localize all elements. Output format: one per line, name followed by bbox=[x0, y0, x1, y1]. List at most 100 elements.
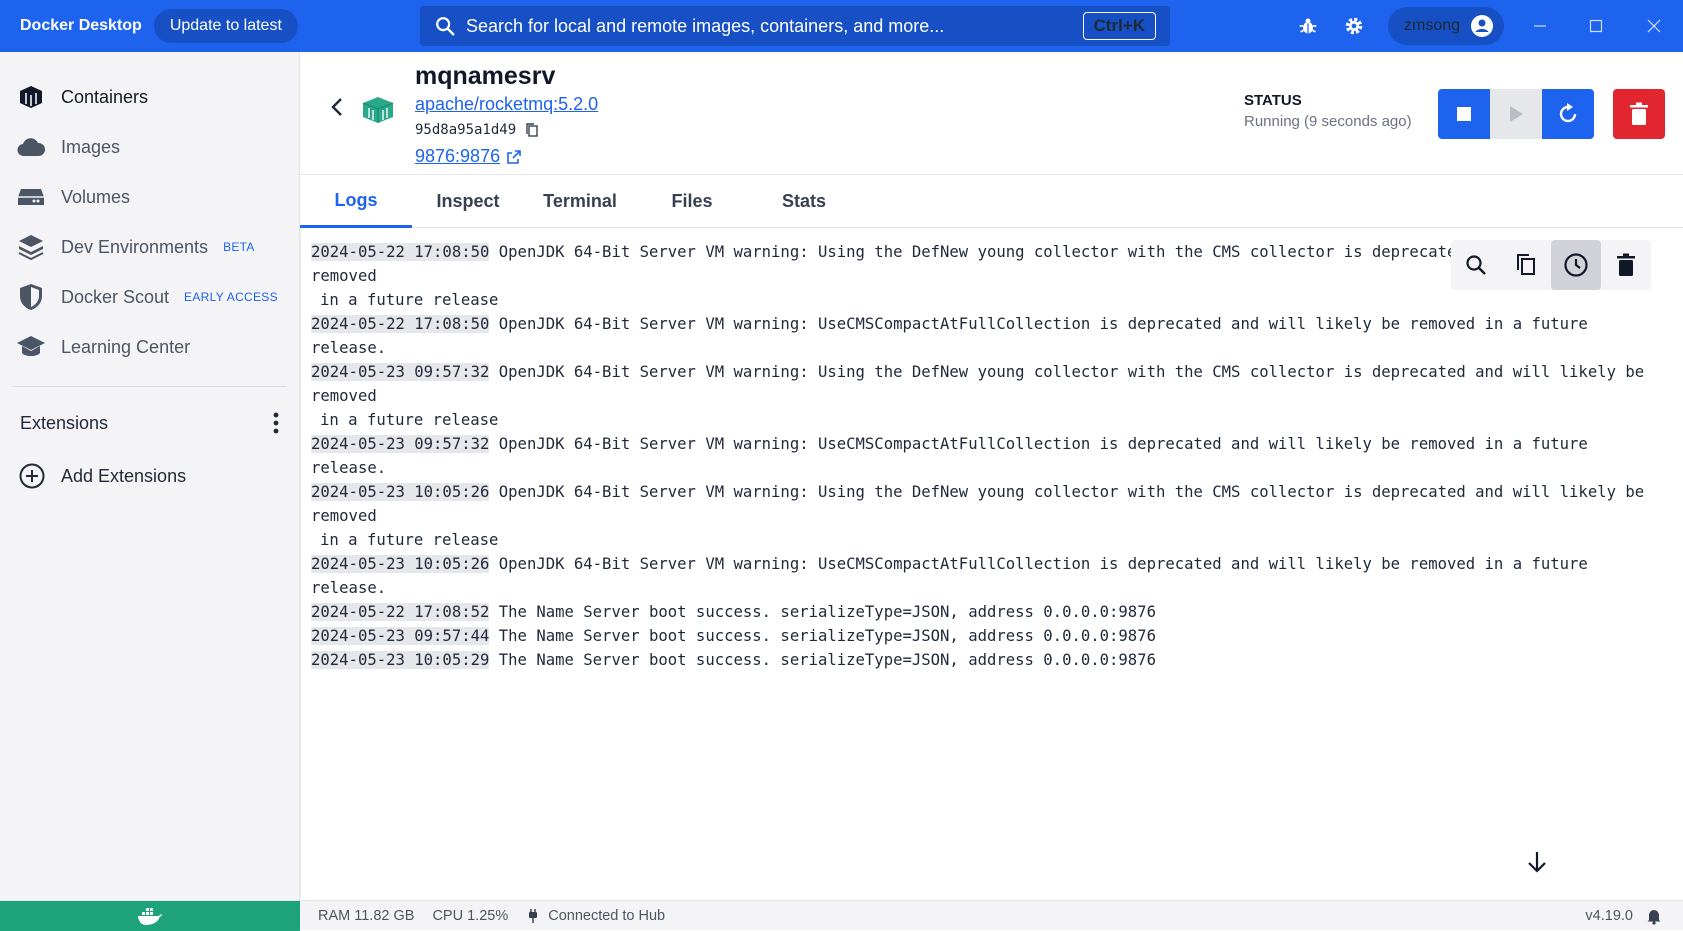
log-message: The Name Server boot success. serializeT… bbox=[489, 651, 1156, 669]
username: zmsong bbox=[1404, 17, 1461, 34]
engine-status[interactable] bbox=[0, 900, 300, 931]
delete-button[interactable] bbox=[1613, 89, 1665, 139]
update-button[interactable]: Update to latest bbox=[153, 9, 298, 43]
docker-whale-icon bbox=[138, 907, 162, 925]
sidebar: Containers Images Volumes Dev Environmen… bbox=[0, 52, 300, 900]
log-line: 2024-05-22 17:08:50 OpenJDK 64-Bit Serve… bbox=[311, 312, 1661, 360]
log-message: OpenJDK 64-Bit Server VM warning: UseCMS… bbox=[311, 315, 1598, 357]
log-line: 2024-05-23 09:57:44 The Name Server boot… bbox=[311, 624, 1661, 648]
search-placeholder: Search for local and remote images, cont… bbox=[466, 15, 945, 36]
search-bar[interactable]: Search for local and remote images, cont… bbox=[420, 6, 1170, 46]
status-bar: RAM 11.82 GB CPU 1.25% Connected to Hub … bbox=[0, 900, 1683, 931]
log-line: 2024-05-23 10:05:29 The Name Server boot… bbox=[311, 648, 1661, 672]
log-timestamp: 2024-05-22 17:08:50 bbox=[311, 243, 490, 261]
log-message: OpenJDK 64-Bit Server VM warning: UseCMS… bbox=[311, 555, 1598, 597]
ram-usage: RAM 11.82 GB bbox=[318, 907, 415, 924]
log-timestamp: 2024-05-23 10:05:26 bbox=[311, 483, 490, 501]
account-icon bbox=[1471, 15, 1494, 37]
port-mapping: 9876:9876 bbox=[415, 146, 501, 166]
log-line: 2024-05-22 17:08:52 The Name Server boot… bbox=[311, 600, 1661, 624]
copy-logs-button[interactable] bbox=[1501, 240, 1551, 290]
sidebar-item-dev-environments[interactable]: Dev Environments BETA bbox=[0, 222, 299, 272]
app-title: Docker Desktop bbox=[20, 17, 142, 34]
gear-icon[interactable] bbox=[1342, 14, 1366, 38]
log-line: 2024-05-23 10:05:26 OpenJDK 64-Bit Serve… bbox=[311, 480, 1661, 528]
sidebar-item-label: Dev Environments bbox=[61, 236, 209, 257]
sidebar-item-containers[interactable]: Containers bbox=[0, 72, 299, 122]
sidebar-item-learning-center[interactable]: Learning Center bbox=[0, 322, 299, 372]
stop-button[interactable] bbox=[1438, 89, 1490, 139]
log-output: 2024-05-22 17:08:50 OpenJDK 64-Bit Serve… bbox=[311, 240, 1661, 672]
external-link-icon bbox=[507, 149, 521, 164]
restart-icon bbox=[1559, 103, 1577, 123]
top-actions: zmsong bbox=[1296, 0, 1505, 52]
clear-logs-button[interactable] bbox=[1601, 240, 1651, 290]
sidebar-item-label: Images bbox=[61, 136, 121, 157]
copy-icon[interactable] bbox=[524, 122, 540, 138]
port-link[interactable]: 9876:9876 bbox=[415, 146, 522, 167]
sidebar-item-label: Learning Center bbox=[61, 336, 191, 357]
back-arrow-icon[interactable] bbox=[326, 95, 350, 119]
log-timestamp: 2024-05-23 09:57:44 bbox=[311, 627, 490, 645]
timestamps-toggle[interactable] bbox=[1551, 240, 1601, 290]
log-timestamp: 2024-05-22 17:08:50 bbox=[311, 315, 490, 333]
version-label: v4.19.0 bbox=[1585, 908, 1633, 924]
add-extensions-label: Add Extensions bbox=[61, 465, 187, 486]
notification-icon[interactable] bbox=[1645, 907, 1663, 925]
shield-icon bbox=[16, 282, 46, 312]
play-icon bbox=[1510, 106, 1523, 122]
early-access-badge: EARLY ACCESS bbox=[184, 290, 278, 304]
logs-panel: 2024-05-22 17:08:50 OpenJDK 64-Bit Serve… bbox=[300, 228, 1672, 898]
log-message: OpenJDK 64-Bit Server VM warning: Using … bbox=[311, 363, 1654, 405]
log-message: OpenJDK 64-Bit Server VM warning: UseCMS… bbox=[311, 435, 1598, 477]
tab-terminal[interactable]: Terminal bbox=[524, 175, 636, 228]
user-menu-button[interactable]: zmsong bbox=[1388, 7, 1505, 45]
search-icon bbox=[1466, 255, 1486, 275]
cpu-usage: CPU 1.25% bbox=[432, 907, 509, 924]
sidebar-item-label: Docker Scout bbox=[61, 286, 170, 307]
tab-logs[interactable]: Logs bbox=[300, 175, 412, 228]
sidebar-divider bbox=[12, 386, 287, 387]
start-button[interactable] bbox=[1490, 89, 1542, 139]
image-link[interactable]: apache/rocketmq:5.2.0 bbox=[415, 94, 598, 115]
container-icon bbox=[362, 97, 394, 123]
maximize-icon[interactable] bbox=[1576, 0, 1616, 52]
extensions-label: Extensions bbox=[20, 412, 109, 433]
graduation-cap-icon bbox=[16, 332, 46, 362]
minimize-icon[interactable] bbox=[1520, 0, 1560, 52]
sidebar-item-images[interactable]: Images bbox=[0, 122, 299, 172]
log-line-continuation: in a future release bbox=[320, 291, 499, 309]
sidebar-item-label: Containers bbox=[61, 86, 149, 107]
log-line: 2024-05-23 10:05:26 OpenJDK 64-Bit Serve… bbox=[311, 552, 1661, 600]
add-extensions-button[interactable]: Add Extensions bbox=[0, 451, 299, 501]
tab-files[interactable]: Files bbox=[636, 175, 748, 228]
log-timestamp: 2024-05-22 17:08:52 bbox=[311, 603, 490, 621]
search-logs-button[interactable] bbox=[1451, 240, 1501, 290]
close-icon[interactable] bbox=[1634, 0, 1674, 52]
container-name: mqnamesrv bbox=[415, 62, 556, 90]
container-header: mqnamesrv apache/rocketmq:5.2.0 95d8a95a… bbox=[300, 52, 1683, 175]
sidebar-item-volumes[interactable]: Volumes bbox=[0, 172, 299, 222]
bug-icon[interactable] bbox=[1296, 14, 1320, 38]
search-shortcut: Ctrl+K bbox=[1082, 12, 1156, 40]
container-id: 95d8a95a1d49 bbox=[415, 122, 517, 138]
log-line: 2024-05-23 09:57:32 OpenJDK 64-Bit Serve… bbox=[311, 432, 1661, 480]
more-vertical-icon[interactable] bbox=[273, 412, 279, 434]
log-line-continuation: in a future release bbox=[320, 531, 499, 549]
log-timestamp: 2024-05-23 10:05:26 bbox=[311, 555, 490, 573]
beta-badge: BETA bbox=[223, 240, 255, 254]
restart-button[interactable] bbox=[1542, 89, 1594, 139]
add-circle-icon bbox=[19, 463, 45, 489]
trash-icon bbox=[1630, 102, 1648, 125]
hub-status: Connected to Hub bbox=[526, 908, 665, 924]
sidebar-item-label: Volumes bbox=[61, 186, 131, 207]
sidebar-item-docker-scout[interactable]: Docker Scout EARLY ACCESS bbox=[0, 272, 299, 322]
tab-stats[interactable]: Stats bbox=[748, 175, 860, 228]
dev-env-icon bbox=[16, 232, 46, 262]
cloud-icon bbox=[16, 132, 46, 162]
hub-status-label: Connected to Hub bbox=[548, 907, 666, 924]
arrow-down-icon[interactable] bbox=[1523, 848, 1551, 876]
log-line: 2024-05-23 09:57:32 OpenJDK 64-Bit Serve… bbox=[311, 360, 1661, 408]
tab-inspect[interactable]: Inspect bbox=[412, 175, 524, 228]
tab-bar: Logs Inspect Terminal Files Stats bbox=[300, 175, 1683, 228]
